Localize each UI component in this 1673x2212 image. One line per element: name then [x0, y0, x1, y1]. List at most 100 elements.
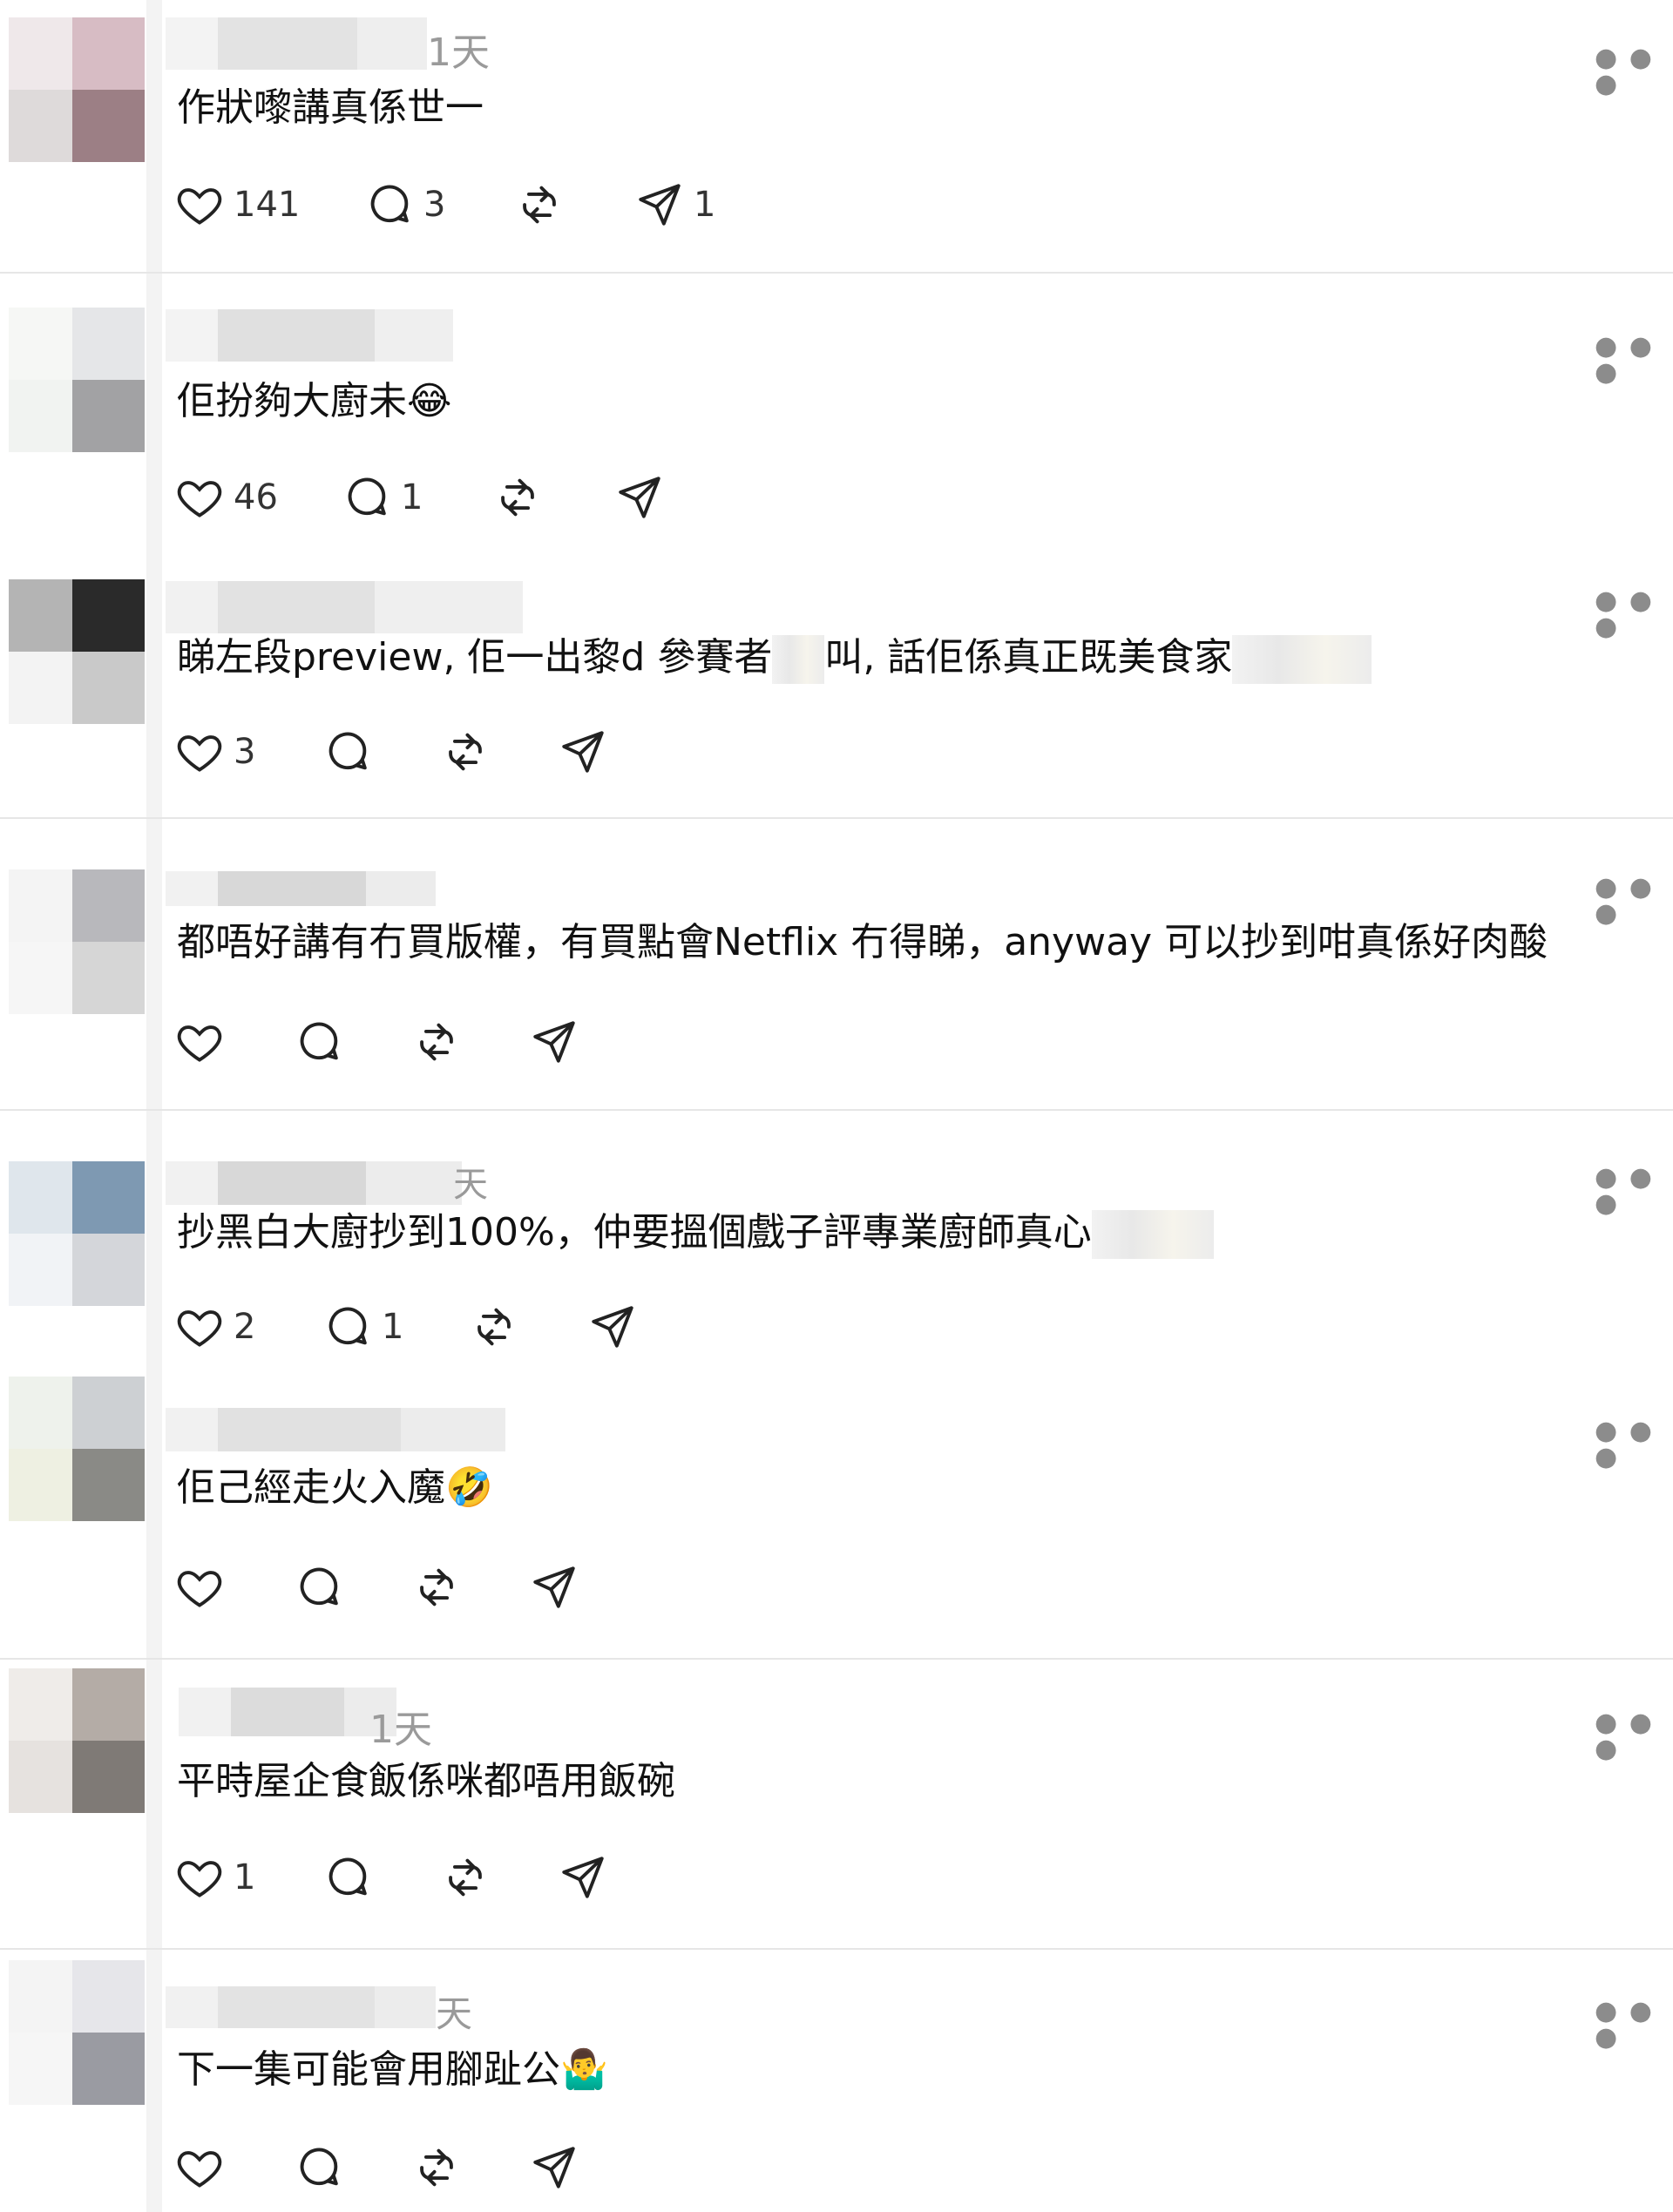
send-icon	[533, 2147, 575, 2188]
reply-count: 1	[401, 477, 423, 517]
more-options-icon[interactable]: ● ● ●	[1595, 588, 1673, 640]
repost-button[interactable]	[469, 1301, 519, 1353]
avatar[interactable]	[9, 869, 146, 1016]
more-options-icon[interactable]: ● ● ●	[1595, 334, 1673, 386]
post-text: 作狀嚟講真係世一	[177, 84, 484, 132]
repost-button[interactable]	[440, 726, 491, 778]
like-count: 2	[234, 1307, 256, 1347]
post-text: 睇左段preview, 佢一出黎d 參賽者 叫, 話佢係真正既美食家	[177, 633, 1372, 684]
reply-button[interactable]	[322, 726, 373, 778]
like-button[interactable]: 3	[174, 726, 255, 778]
avatar[interactable]	[9, 1377, 146, 1523]
like-button[interactable]	[174, 2141, 225, 2194]
post: ● ● ● 睇左段preview, 佢一出黎d 參賽者 叫, 話佢係真正既美食家 …	[0, 562, 1673, 819]
thread-line	[146, 0, 162, 290]
avatar[interactable]	[9, 17, 146, 164]
post: ● ● ● 佢扮夠大廚未😂 46 1	[0, 290, 1673, 580]
repost-button[interactable]	[411, 1561, 462, 1613]
repost-icon	[478, 1308, 511, 1346]
share-button[interactable]	[529, 1561, 579, 1613]
reply-button[interactable]	[294, 2141, 344, 2194]
post-text: 抄黑白大廚抄到100%，仲要搵個戲子評專業廚師真心	[177, 1208, 1214, 1259]
timestamp: 天	[453, 1165, 488, 1205]
share-button[interactable]	[558, 726, 608, 778]
like-button[interactable]	[174, 1016, 225, 1068]
reply-button[interactable]	[294, 1561, 344, 1613]
post-text-content: 都唔好講有冇買版權，有買點會Netflix 冇得睇，anyway 可以抄到咁真係…	[177, 920, 1548, 964]
avatar[interactable]	[9, 308, 146, 454]
repost-button[interactable]	[492, 471, 543, 524]
more-options-icon[interactable]: ● ● ●	[1595, 45, 1673, 98]
heart-icon	[177, 735, 222, 772]
reply-button[interactable]	[322, 1851, 373, 1904]
post-text-content-2: 叫, 話佢係真正既美食家	[824, 635, 1233, 680]
heart-icon	[177, 1861, 222, 1897]
send-icon	[639, 184, 681, 226]
repost-icon	[420, 2148, 453, 2187]
repost-icon	[449, 733, 482, 771]
comment-icon	[300, 1567, 338, 1606]
timestamp: 1天	[369, 1708, 432, 1752]
like-button[interactable]	[174, 1561, 225, 1613]
repost-button[interactable]	[411, 1016, 462, 1068]
more-options-icon[interactable]: ● ● ●	[1595, 1999, 1673, 2051]
send-icon	[592, 1306, 633, 1348]
more-options-icon[interactable]: ● ● ●	[1595, 1418, 1673, 1471]
more-options-icon[interactable]: ● ● ●	[1595, 1710, 1673, 1762]
share-button[interactable]	[614, 471, 665, 524]
more-options-icon[interactable]: ● ● ●	[1595, 875, 1673, 927]
avatar[interactable]	[9, 1161, 146, 1308]
share-button[interactable]	[558, 1851, 608, 1904]
text-redaction	[1232, 635, 1372, 684]
repost-button[interactable]	[440, 1851, 491, 1904]
post: ● ● ● 都唔好講有冇買版權，有買點會Netflix 冇得睇，anyway 可…	[0, 819, 1673, 1111]
heart-icon	[177, 481, 222, 517]
share-button[interactable]: 1	[634, 179, 715, 231]
avatar[interactable]	[9, 579, 146, 726]
comment-icon	[329, 1857, 367, 1896]
emoji: 🤷‍♂️	[560, 2047, 608, 2092]
like-button[interactable]: 1	[174, 1851, 255, 1904]
repost-icon	[420, 1568, 453, 1607]
avatar[interactable]	[9, 1960, 146, 2107]
thread-line	[146, 1377, 162, 1660]
send-icon	[562, 731, 604, 773]
like-button[interactable]: 2	[174, 1301, 255, 1353]
repost-icon	[501, 478, 534, 517]
post-text-content: 佢扮夠大廚未	[177, 379, 407, 423]
like-button[interactable]: 46	[174, 471, 278, 524]
reply-count: 3	[423, 185, 446, 225]
thread-line	[146, 1660, 162, 1950]
share-count: 1	[694, 185, 716, 225]
reply-button[interactable]	[294, 1016, 344, 1068]
post: 1天 ● ● ● 平時屋企食飯係咪都唔用飯碗 1	[0, 1660, 1673, 1950]
reply-button[interactable]: 1	[342, 471, 423, 524]
post-text: 都唔好講有冇買版權，有買點會Netflix 冇得睇，anyway 可以抄到咁真係…	[177, 918, 1548, 967]
thread-line	[146, 562, 162, 819]
post-text-content: 佢己經走火入魔	[177, 1465, 445, 1510]
heart-icon	[177, 1310, 222, 1347]
thread-line	[146, 819, 162, 1109]
share-button[interactable]	[529, 2141, 579, 2194]
post: ● ● ● 佢己經走火入魔🤣	[0, 1377, 1673, 1660]
avatar[interactable]	[9, 1668, 146, 1815]
post-text-content: 平時屋企食飯係咪都唔用飯碗	[177, 1759, 675, 1803]
like-count: 1	[234, 1857, 256, 1897]
heart-icon	[177, 1025, 222, 1062]
post-text: 下一集可能會用腳趾公🤷‍♂️	[177, 2046, 608, 2094]
comment-icon	[348, 477, 386, 516]
reply-button[interactable]: 3	[364, 179, 445, 231]
post-text-content: 抄黑白大廚抄到100%，仲要搵個戲子評專業廚師真心	[177, 1210, 1092, 1255]
share-button[interactable]	[529, 1016, 579, 1068]
repost-button[interactable]	[514, 179, 565, 231]
text-redaction	[772, 635, 825, 684]
timestamp: 天	[436, 1992, 473, 2035]
repost-button[interactable]	[411, 2141, 462, 2194]
share-button[interactable]	[587, 1301, 638, 1353]
like-button[interactable]: 141	[174, 179, 300, 231]
send-icon	[619, 477, 660, 518]
more-options-icon[interactable]: ● ● ●	[1595, 1165, 1673, 1217]
reply-button[interactable]: 1	[322, 1301, 403, 1353]
post-text: 佢扮夠大廚未😂	[177, 377, 451, 426]
post-text-content: 睇左段preview, 佢一出黎d 參賽者	[177, 635, 773, 680]
